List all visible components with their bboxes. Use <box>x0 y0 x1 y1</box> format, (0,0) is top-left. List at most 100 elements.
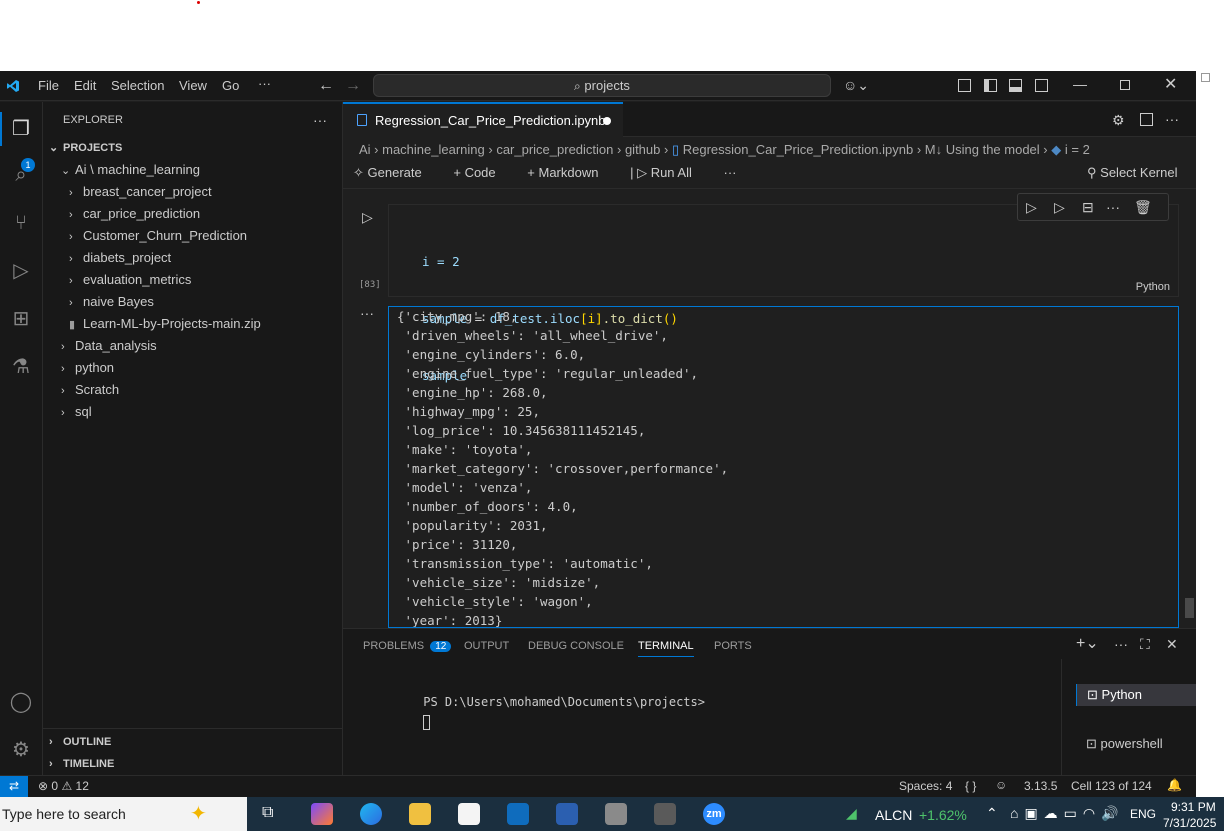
spaces-status[interactable]: Spaces: 4 <box>899 779 952 793</box>
terminal-output[interactable]: PS D:\Users\mohamed\Documents\projects> <box>363 673 705 750</box>
taskbar-app-icon[interactable] <box>605 803 627 825</box>
account-icon[interactable]: ◯ <box>6 687 36 717</box>
add-code-button[interactable]: + Code <box>453 165 509 180</box>
delete-cell-icon[interactable]: 🗑 <box>1134 194 1152 220</box>
taskbar-search[interactable]: Type here to search ✦ <box>0 797 247 831</box>
explorer-files-icon[interactable]: ❐ <box>6 114 36 144</box>
taskbar-app-icon[interactable] <box>654 803 676 825</box>
tab-ports[interactable]: PORTS <box>714 640 752 652</box>
menu-selection[interactable]: Selection <box>111 78 164 93</box>
new-terminal-icon[interactable]: +⌄ <box>1076 636 1099 652</box>
command-center-search[interactable]: ⌕ projects <box>373 74 831 97</box>
minimize-icon[interactable]: — <box>1073 76 1087 92</box>
remote-indicator[interactable]: ⇄ <box>0 776 28 797</box>
menu-file[interactable]: File <box>38 78 59 93</box>
tree-item[interactable]: › sql <box>43 401 342 423</box>
crumb-github[interactable]: github <box>625 142 660 157</box>
tree-item[interactable]: ⌄ Ai \ machine_learning <box>43 159 342 181</box>
section-outline[interactable]: › OUTLINE <box>43 731 342 753</box>
tab-notebook[interactable]: Regression_Car_Price_Prediction.ipynb <box>343 102 623 137</box>
tree-item[interactable]: › evaluation_metrics <box>43 269 342 291</box>
vscode-taskbar-icon[interactable] <box>556 803 578 825</box>
toolbar-more-button[interactable]: ··· <box>724 165 737 180</box>
tree-item[interactable]: › car_price_prediction <box>43 203 342 225</box>
editor-scrollbar[interactable] <box>1185 598 1194 618</box>
toggle-sidebar-icon[interactable] <box>984 79 997 92</box>
store-app-icon[interactable] <box>458 803 480 825</box>
tree-item[interactable]: › Customer_Churn_Prediction <box>43 225 342 247</box>
cell-language[interactable]: Python <box>1136 281 1170 293</box>
notebook-settings-icon[interactable]: ⚙ <box>1112 112 1125 128</box>
run-all-button[interactable]: | ▷ Run All <box>630 165 706 180</box>
tree-item[interactable]: › diabets_project <box>43 247 342 269</box>
crumb-ai[interactable]: Ai <box>359 142 371 157</box>
clock-time[interactable]: 9:31 PM <box>1171 800 1216 814</box>
add-markdown-button[interactable]: + Markdown <box>527 165 612 180</box>
task-view-icon[interactable]: ⧉ <box>262 804 273 822</box>
cell-position-status[interactable]: Cell 123 of 124 <box>1071 779 1152 793</box>
restore-icon[interactable] <box>1201 73 1210 82</box>
menu-go[interactable]: Go <box>222 78 239 93</box>
toggle-secondary-sidebar-icon[interactable] <box>1035 79 1048 92</box>
tree-item[interactable]: › Scratch <box>43 379 342 401</box>
language-indicator[interactable]: ENG <box>1130 807 1156 821</box>
generate-button[interactable]: ✧ Generate <box>353 165 436 180</box>
crumb-car-price[interactable]: car_price_prediction <box>496 142 613 157</box>
run-below-icon[interactable]: ▷ <box>1054 194 1065 220</box>
menu-view[interactable]: View <box>179 78 207 93</box>
language-braces-status[interactable]: { } <box>965 779 976 793</box>
close-panel-icon[interactable]: ✕ <box>1166 636 1178 652</box>
tab-debug-console[interactable]: DEBUG CONSOLE <box>528 640 624 652</box>
cell-more-icon[interactable]: ··· <box>1106 194 1120 220</box>
tab-output[interactable]: OUTPUT <box>464 640 509 652</box>
copilot-icon[interactable]: ☺⌄ <box>843 77 869 93</box>
outlook-app-icon[interactable] <box>507 803 529 825</box>
show-hidden-icons-chevron-icon[interactable]: ⌃ <box>986 805 998 822</box>
tree-item[interactable]: › python <box>43 357 342 379</box>
tree-item[interactable]: › Data_analysis <box>43 335 342 357</box>
kernel-toolbar[interactable]: ⚲ Select Kernel <box>1087 165 1177 181</box>
crumb-notebook[interactable]: Regression_Car_Price_Prediction.ipynb <box>683 142 914 157</box>
crumb-cell[interactable]: i = 2 <box>1065 142 1090 157</box>
run-above-icon[interactable]: ▷ <box>1026 194 1037 220</box>
split-editor-icon[interactable] <box>1140 113 1153 126</box>
zoom-app-icon[interactable]: zm <box>703 803 725 825</box>
close-window-icon[interactable]: ✕ <box>1164 77 1177 93</box>
extensions-icon[interactable]: ⊞ <box>6 304 36 334</box>
run-debug-icon[interactable]: ▷ <box>6 256 36 286</box>
maximize-icon[interactable] <box>1120 80 1130 90</box>
tree-item[interactable]: ▮ Learn-ML-by-Projects-main.zip <box>43 313 342 335</box>
customize-layout-icon[interactable] <box>958 79 971 92</box>
maximize-panel-icon[interactable]: ⛶ <box>1140 636 1150 652</box>
source-control-icon[interactable]: ⑂ <box>6 208 36 238</box>
testing-flask-icon[interactable]: ⚗ <box>6 352 36 382</box>
crumb-machine-learning[interactable]: machine_learning <box>382 142 485 157</box>
menu-edit[interactable]: Edit <box>74 78 96 93</box>
clock-date[interactable]: 7/31/2025 <box>1163 816 1216 830</box>
menu-more-button[interactable]: ··· <box>258 76 271 91</box>
edge-app-icon[interactable] <box>360 803 382 825</box>
python-version-status[interactable]: 3.13.5 <box>1024 779 1057 793</box>
forward-arrow-icon[interactable]: → <box>345 78 361 94</box>
search-view-icon[interactable]: ⌕ <box>6 160 36 190</box>
terminal-item-python-row[interactable]: ⊡ Python <box>1076 684 1196 706</box>
tab-problems[interactable]: PROBLEMS 12 <box>363 640 452 652</box>
terminal-item-powershell-row[interactable]: ⊡ powershell <box>1076 733 1196 755</box>
stock-ticker[interactable]: ALCN <box>875 807 912 823</box>
crumb-markdown[interactable]: M↓ Using the model <box>925 142 1040 157</box>
tree-item[interactable]: › breast_cancer_project <box>43 181 342 203</box>
explorer-more-icon[interactable]: ··· <box>313 112 327 128</box>
settings-gear-icon[interactable]: ⚙ <box>6 735 36 765</box>
copilot-status-icon[interactable]: ☺ <box>995 778 1007 792</box>
tab-terminal[interactable]: TERMINAL <box>638 640 694 657</box>
copilot-app-icon[interactable] <box>311 803 333 825</box>
tab-more-icon[interactable]: ··· <box>1165 111 1179 127</box>
toggle-panel-icon[interactable] <box>1009 79 1022 92</box>
problems-status[interactable]: ⊗ 0 ⚠ 12 <box>38 779 89 793</box>
output-more-icon[interactable]: ··· <box>360 305 374 321</box>
panel-more-icon[interactable]: ··· <box>1114 636 1128 652</box>
bell-icon[interactable]: 🔔 <box>1167 778 1182 792</box>
back-arrow-icon[interactable]: ← <box>318 78 334 94</box>
split-cell-icon[interactable]: ⊟ <box>1082 194 1094 220</box>
file-explorer-icon[interactable] <box>409 803 431 825</box>
